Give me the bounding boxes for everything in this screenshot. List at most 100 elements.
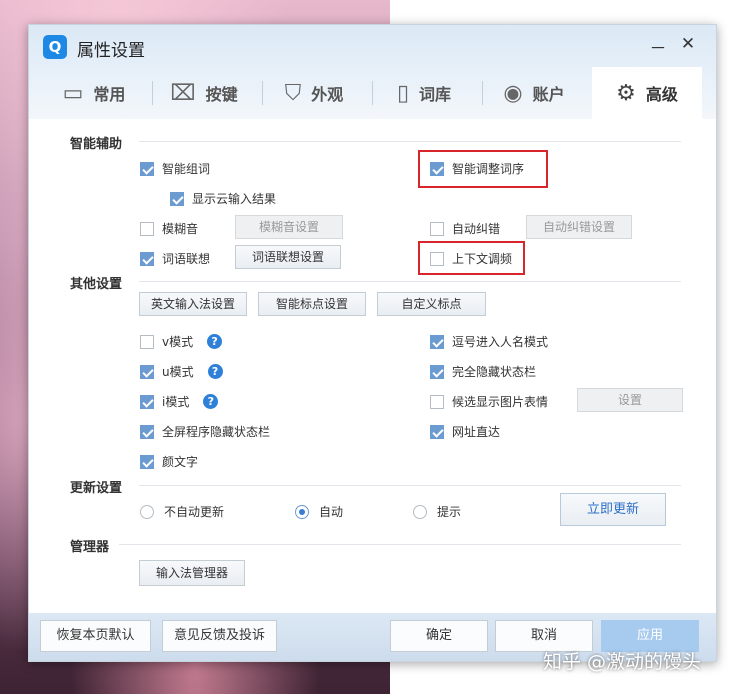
checkbox-label: 模糊音: [162, 222, 199, 236]
checkbox-box[interactable]: [140, 221, 154, 236]
smart-punctuation-settings-button[interactable]: 智能标点设置: [258, 292, 366, 316]
checkbox-fuzzy[interactable]: 模糊音: [140, 220, 198, 237]
help-icon[interactable]: ?: [207, 334, 223, 349]
checkbox-box[interactable]: [140, 424, 154, 439]
gear-icon: ⚙: [616, 80, 636, 106]
radio-auto-update[interactable]: 自动: [295, 503, 343, 520]
autocorrect-settings-button[interactable]: 自动纠错设置: [526, 215, 632, 239]
radio-label: 提示: [437, 505, 462, 519]
restore-defaults-button[interactable]: 恢复本页默认: [40, 620, 151, 652]
book-icon: ▯: [396, 80, 410, 106]
checkbox-label: i模式: [162, 395, 190, 409]
tab-account[interactable]: ◉ 账户: [479, 67, 589, 119]
checkbox-box[interactable]: [140, 334, 154, 349]
section-title-manager: 管理器: [70, 540, 110, 555]
checkbox-box[interactable]: [430, 424, 444, 439]
title-bar: Q 属性设置 － ✕ ▭ 常用 ⌧ 按键 ⛉ 外观 ▯ 词库 ◉ 账户 ⚙ 高级: [29, 25, 716, 119]
checkbox-label: 全屏程序隐藏状态栏: [162, 425, 271, 439]
checkbox-label: 完全隐藏状态栏: [452, 365, 537, 379]
tab-appearance[interactable]: ⛉ 外观: [259, 67, 369, 119]
checkbox-label: 智能组词: [162, 162, 211, 176]
app-logo-icon: Q: [43, 35, 67, 59]
tab-advanced[interactable]: ⚙ 高级: [592, 67, 702, 119]
radio-dot[interactable]: [413, 504, 427, 519]
checkbox-box[interactable]: [140, 161, 154, 176]
checkbox-hide-statusbar[interactable]: 完全隐藏状态栏: [430, 363, 536, 380]
checkbox-label: 颜文字: [162, 455, 199, 469]
section-title-smart-assist: 智能辅助: [70, 137, 123, 152]
section-divider: [139, 141, 681, 142]
checkbox-url-direct[interactable]: 网址直达: [430, 423, 500, 440]
checkbox-label: v模式: [162, 335, 194, 349]
english-ime-settings-button[interactable]: 英文输入法设置: [139, 292, 247, 316]
checkbox-autocorrect[interactable]: 自动纠错: [430, 220, 500, 237]
checkbox-label: u模式: [162, 365, 194, 379]
checkbox-emoticon[interactable]: 颜文字: [140, 453, 198, 470]
ok-button[interactable]: 确定: [390, 620, 488, 652]
checkbox-label: 逗号进入人名模式: [452, 335, 549, 349]
checkbox-show-cloud[interactable]: 显示云输入结果: [170, 190, 276, 207]
checkbox-label: 显示云输入结果: [192, 192, 277, 206]
checkbox-box[interactable]: [170, 191, 184, 206]
checkbox-label: 词语联想: [162, 252, 211, 266]
checkbox-association[interactable]: 词语联想: [140, 250, 210, 267]
tab-label: 账户: [532, 85, 565, 104]
user-account-icon: ◉: [503, 80, 523, 106]
fuzzy-settings-button[interactable]: 模糊音设置: [235, 215, 343, 239]
tab-label: 外观: [311, 85, 344, 104]
checkbox-comma-name-mode[interactable]: 逗号进入人名模式: [430, 333, 548, 350]
settings-dialog: Q 属性设置 － ✕ ▭ 常用 ⌧ 按键 ⛉ 外观 ▯ 词库 ◉ 账户 ⚙ 高级: [28, 24, 717, 662]
checkbox-box[interactable]: [140, 454, 154, 469]
section-title-other: 其他设置: [70, 277, 123, 292]
ime-manager-button[interactable]: 输入法管理器: [139, 560, 245, 586]
checkbox-box[interactable]: [140, 394, 154, 409]
radio-no-auto-update[interactable]: 不自动更新: [140, 503, 224, 520]
checkbox-label: 候选显示图片表情: [452, 395, 549, 409]
checkbox-box[interactable]: [430, 394, 444, 409]
close-button[interactable]: ✕: [677, 34, 699, 54]
checkbox-box[interactable]: [140, 251, 154, 266]
minimize-button[interactable]: －: [647, 34, 669, 59]
checkbox-box[interactable]: [430, 221, 444, 236]
tab-label: 按键: [205, 85, 238, 104]
radio-dot[interactable]: [140, 504, 154, 519]
checkbox-label: 自动纠错: [452, 222, 501, 236]
tshirt-icon: ⛉: [284, 80, 302, 106]
checkbox-candidate-image[interactable]: 候选显示图片表情: [430, 393, 548, 410]
section-title-update: 更新设置: [70, 481, 123, 496]
checkbox-fullscreen-hide-statusbar[interactable]: 全屏程序隐藏状态栏: [140, 423, 270, 440]
keyboard-key-icon: ⌧: [170, 80, 196, 106]
checkbox-label: 网址直达: [452, 425, 501, 439]
tab-common[interactable]: ▭ 常用: [39, 67, 149, 119]
help-icon[interactable]: ?: [203, 394, 219, 409]
tab-dictionary[interactable]: ▯ 词库: [369, 67, 479, 119]
radio-notify-update[interactable]: 提示: [413, 503, 461, 520]
section-divider: [119, 544, 681, 545]
radio-dot[interactable]: [295, 504, 309, 519]
checkbox-i-mode[interactable]: i模式 ?: [140, 393, 219, 410]
image-settings-button[interactable]: 设置: [577, 388, 683, 412]
tab-label: 常用: [93, 85, 126, 104]
tab-label: 高级: [645, 85, 678, 104]
custom-punctuation-button[interactable]: 自定义标点: [377, 292, 486, 316]
checkbox-box[interactable]: [430, 334, 444, 349]
help-icon[interactable]: ?: [207, 364, 223, 379]
feedback-button[interactable]: 意见反馈及投诉: [162, 620, 277, 652]
tab-label: 词库: [419, 85, 452, 104]
highlight-box: [418, 150, 548, 188]
tab-keys[interactable]: ⌧ 按键: [149, 67, 259, 119]
radio-label: 不自动更新: [164, 505, 225, 519]
highlight-box: [418, 241, 525, 275]
checkbox-box[interactable]: [140, 364, 154, 379]
checkbox-v-mode[interactable]: v模式 ?: [140, 333, 223, 350]
radio-label: 自动: [319, 505, 344, 519]
section-divider: [139, 485, 681, 486]
association-settings-button[interactable]: 词语联想设置: [235, 245, 341, 269]
checkbox-u-mode[interactable]: u模式 ?: [140, 363, 223, 380]
checkbox-smart-word[interactable]: 智能组词: [140, 160, 210, 177]
checkbox-box[interactable]: [430, 364, 444, 379]
update-now-button[interactable]: 立即更新: [560, 493, 666, 526]
window-title: 属性设置: [77, 41, 145, 61]
watermark-text: 知乎 @激动的馒头: [543, 651, 702, 673]
section-divider: [139, 281, 681, 282]
